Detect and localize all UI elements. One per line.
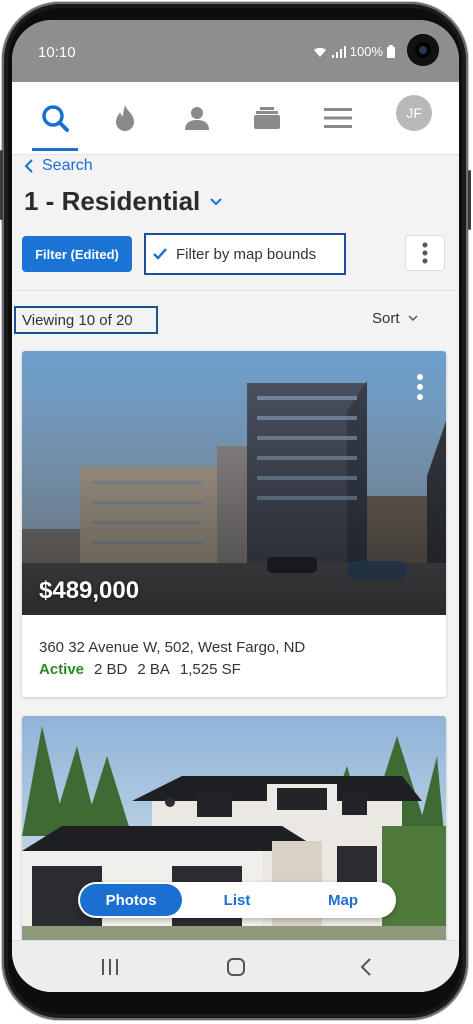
chevron-down-icon [210,197,222,205]
chevron-down-icon [407,315,418,322]
app-nav-bar: JF [12,82,459,155]
nav-search[interactable] [33,96,77,140]
listing-details: Active 2 BD 2 BA 1,525 SF [39,661,241,678]
more-options-button[interactable] [405,235,445,271]
listing-address: 360 32 Avenue W, 502, West Fargo, ND [39,639,306,656]
listing-card[interactable]: $489,000 360 32 Avenue W, 502, West Farg… [22,351,446,697]
kebab-menu-icon [422,242,428,264]
recent-apps-icon[interactable] [98,957,122,977]
flame-icon [116,105,134,131]
results-count: Viewing 10 of 20 [14,306,158,334]
kebab-menu-icon[interactable] [414,373,426,401]
view-map-button[interactable]: Map [292,884,394,916]
listing-price: $489,000 [39,577,140,604]
signal-icon [331,45,346,58]
back-icon[interactable] [355,957,379,977]
chevron-left-icon [24,159,33,173]
app-screen: 10:10 100% JF Search 1 - Residential Fil… [12,20,459,992]
briefcase-icon [254,107,280,129]
divider [12,290,459,291]
status-indicators: 100% [312,44,395,59]
nav-portfolio[interactable] [245,96,289,140]
sort-dropdown[interactable]: Sort [372,310,418,327]
view-toggle: Photos List Map [78,882,396,918]
battery-percent: 100% [349,44,383,59]
nav-menu[interactable] [316,96,360,140]
listing-photo[interactable] [22,351,446,615]
listing-beds: 2 BD [94,661,128,678]
listing-status: Active [39,661,85,678]
back-link-label: Search [42,157,93,174]
listing-sqft: 1,525 SF [179,661,241,678]
sort-label: Sort [372,310,400,327]
back-link[interactable]: Search [24,157,93,175]
status-time: 10:10 [38,44,76,61]
front-camera [407,34,439,66]
wifi-icon [313,47,326,57]
page-title[interactable]: 1 - Residential [24,186,222,217]
search-icon [42,105,69,132]
battery-icon [387,45,395,58]
nav-hot[interactable] [103,96,147,140]
map-bounds-label: Filter by map bounds [176,245,317,263]
page-title-text: 1 - Residential [24,186,201,216]
power-button [468,170,471,230]
avatar[interactable]: JF [396,95,432,131]
filter-button[interactable]: Filter (Edited) [22,236,132,272]
filter-by-map-bounds-checkbox[interactable]: Filter by map bounds [144,233,346,275]
home-icon[interactable] [224,957,248,977]
status-bar: 10:10 100% [12,20,459,82]
view-list-button[interactable]: List [186,884,288,916]
nav-contacts[interactable] [175,96,219,140]
system-nav-bar [12,940,459,992]
listing-baths: 2 BA [137,661,170,678]
person-icon [185,107,209,130]
active-tab-indicator [32,148,78,151]
checkmark-icon [153,248,167,260]
volume-button [0,150,3,220]
view-photos-button[interactable]: Photos [80,884,182,916]
menu-icon [324,108,352,128]
